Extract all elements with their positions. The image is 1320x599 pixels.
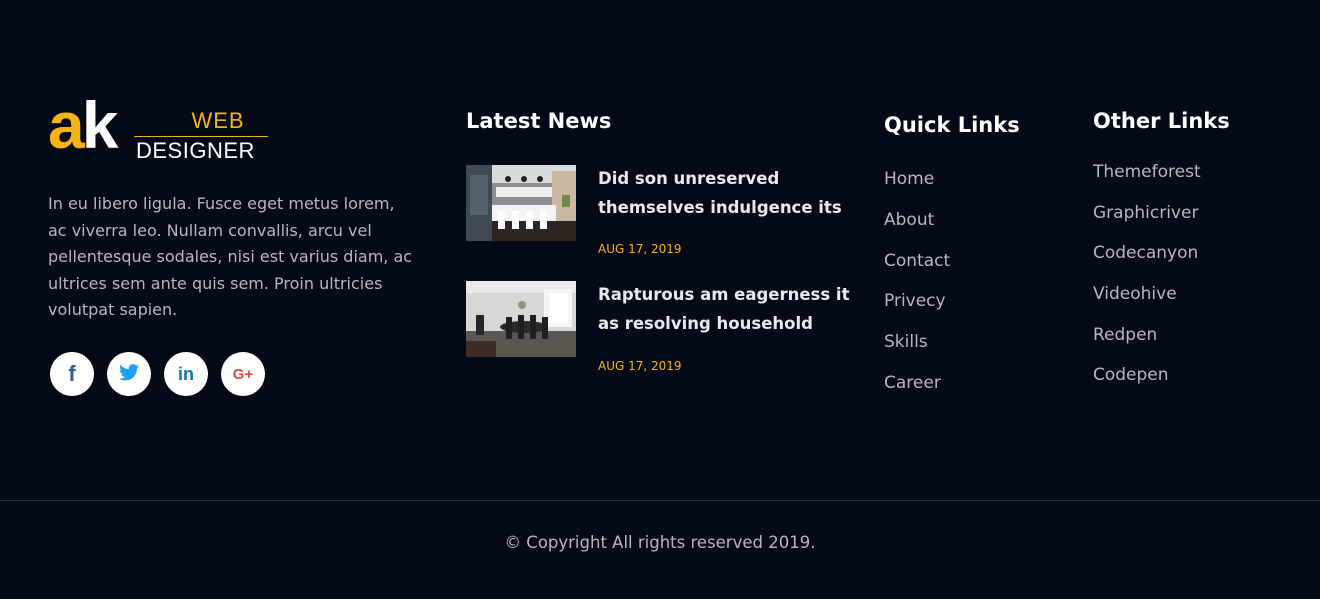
news-heading: Latest News xyxy=(466,109,612,133)
quick-link-skills[interactable]: Skills xyxy=(884,332,950,352)
logo-letter-a: a xyxy=(48,88,85,162)
linkedin-icon: in xyxy=(178,364,194,384)
logo-divider xyxy=(134,136,268,137)
quick-links-heading: Quick Links xyxy=(884,113,1020,137)
other-link-videohive[interactable]: Videohive xyxy=(1093,284,1201,304)
facebook-icon: f xyxy=(68,361,76,386)
brand-logo[interactable]: ak WEB DESIGNER xyxy=(48,92,270,163)
news-title[interactable]: Did son unreserved themselves indulgence… xyxy=(598,165,858,222)
news-date: AUG 17, 2019 xyxy=(598,242,682,256)
quick-links-list: Home About Contact Privecy Skills Career xyxy=(884,169,950,414)
news-thumbnail-dining[interactable] xyxy=(466,281,576,357)
footer-divider xyxy=(0,500,1320,501)
about-text: In eu libero ligula. Fusce eget metus lo… xyxy=(48,194,413,319)
footer-main: ak WEB DESIGNER In eu libero ligula. Fus… xyxy=(0,0,1320,500)
google-plus-button[interactable]: G+ xyxy=(221,352,265,396)
other-links-heading: Other Links xyxy=(1093,109,1230,133)
facebook-button[interactable]: f xyxy=(50,352,94,396)
other-links-list: Themeforest Graphicriver Codecanyon Vide… xyxy=(1093,162,1201,406)
other-link-graphicriver[interactable]: Graphicriver xyxy=(1093,203,1201,223)
logo-mark: ak xyxy=(48,92,118,158)
twitter-button[interactable] xyxy=(107,352,151,396)
quick-link-contact[interactable]: Contact xyxy=(884,251,950,271)
twitter-icon xyxy=(119,363,139,385)
logo-text-top: WEB xyxy=(191,108,245,133)
social-links: f in G+ xyxy=(50,352,265,396)
quick-link-home[interactable]: Home xyxy=(884,169,950,189)
news-item[interactable]: Did son unreserved themselves indulgence… xyxy=(466,165,866,256)
logo-letter-k: k xyxy=(81,88,119,162)
news-date: AUG 17, 2019 xyxy=(598,359,682,373)
quick-link-career[interactable]: Career xyxy=(884,373,950,393)
news-title[interactable]: Rapturous am eagerness it as resolving h… xyxy=(598,281,858,338)
other-link-codepen[interactable]: Codepen xyxy=(1093,365,1201,385)
quick-link-about[interactable]: About xyxy=(884,210,950,230)
news-item[interactable]: Rapturous am eagerness it as resolving h… xyxy=(466,281,866,373)
google-plus-icon: G+ xyxy=(232,365,254,383)
news-thumbnail-kitchen[interactable] xyxy=(466,165,576,241)
quick-link-privacy[interactable]: Privecy xyxy=(884,291,950,311)
copyright-text: © Copyright All rights reserved 2019. xyxy=(504,533,816,552)
other-link-themeforest[interactable]: Themeforest xyxy=(1093,162,1201,182)
logo-text-bottom: DESIGNER xyxy=(136,138,255,163)
other-link-codecanyon[interactable]: Codecanyon xyxy=(1093,243,1201,263)
other-link-redpen[interactable]: Redpen xyxy=(1093,325,1201,345)
linkedin-button[interactable]: in xyxy=(164,352,208,396)
